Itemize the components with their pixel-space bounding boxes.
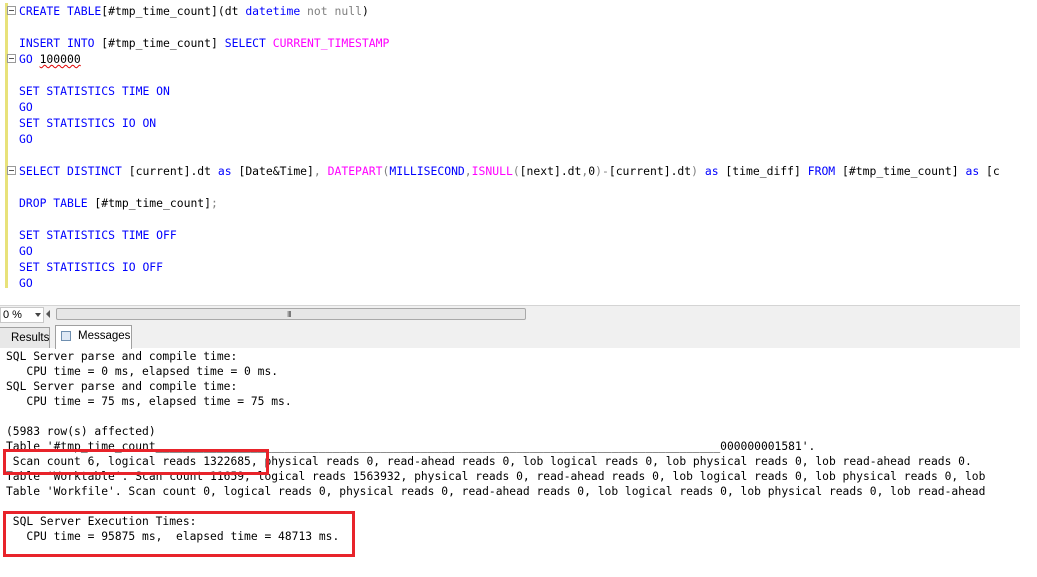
code-token: , <box>313 164 328 178</box>
chevron-down-icon <box>35 313 41 317</box>
tab-messages-label: Messages <box>78 330 131 342</box>
code-token: as <box>217 164 232 178</box>
code-token: ISNULL <box>471 164 513 178</box>
code-line: INSERT INTO [#tmp_time_count] SELECT CUR… <box>19 35 389 51</box>
code-token: [next].dt <box>519 164 582 178</box>
code-token: , <box>464 164 472 178</box>
code-token: [#tmp_time_count] <box>87 196 212 210</box>
message-line: Table 'Workfile'. Scan count 0, logical … <box>6 485 986 498</box>
code-line: SET STATISTICS IO OFF <box>19 259 163 275</box>
tab-results[interactable]: Results <box>0 327 50 348</box>
sql-query-editor[interactable]: CREATE TABLE[#tmp_time_count](dt datetim… <box>0 0 1020 300</box>
code-line: GO <box>19 99 33 115</box>
code-token: CREATE TABLE <box>19 4 102 18</box>
message-line: (5983 row(s) affected) <box>6 425 156 438</box>
scan-count-highlight-box <box>3 449 269 475</box>
code-token: GO <box>19 100 33 114</box>
collapse-region-icon[interactable] <box>7 166 16 175</box>
code-token: [#tmp_time_count] <box>94 36 225 50</box>
code-token: [#tmp_time_count] <box>835 164 966 178</box>
code-token: SET STATISTICS IO OFF <box>19 260 164 274</box>
messages-icon <box>61 331 71 341</box>
code-token: 100000 <box>39 52 81 66</box>
code-line: SELECT DISTINCT [current].dt as [Date&Ti… <box>19 163 1000 179</box>
code-token: GO <box>19 132 33 146</box>
code-line: GO <box>19 275 33 291</box>
code-token: DATEPART <box>327 164 383 178</box>
message-line: SQL Server parse and compile time: <box>6 380 238 393</box>
tab-results-label: Results <box>11 332 50 344</box>
code-token: [Date&Time] <box>231 164 314 178</box>
change-tracking-margin <box>5 3 8 288</box>
code-token: SET STATISTICS TIME OFF <box>19 228 177 242</box>
execution-times-highlight-box <box>3 511 355 557</box>
code-token: SELECT DISTINCT <box>19 164 122 178</box>
code-token: FROM <box>807 164 836 178</box>
message-line: CPU time = 75 ms, elapsed time = 75 ms. <box>6 395 292 408</box>
code-token: datetime <box>245 4 301 18</box>
code-token: not null <box>300 4 362 18</box>
code-line: GO 100000 <box>19 51 81 67</box>
code-token: [time_diff] <box>718 164 808 178</box>
code-token: [current].dt <box>121 164 218 178</box>
code-token: [c <box>979 164 1000 178</box>
code-token: [#tmp_time_count]( <box>101 4 225 18</box>
code-token: INSERT INTO <box>19 36 95 50</box>
grip-icon: III <box>287 310 292 319</box>
code-token: CURRENT_TIMESTAMP <box>272 36 390 50</box>
zoom-value: 0 % <box>3 309 22 321</box>
code-token: ; <box>211 196 218 210</box>
code-line: DROP TABLE [#tmp_time_count]; <box>19 195 218 211</box>
code-token: [current].dt <box>608 164 692 178</box>
message-line: SQL Server parse and compile time: <box>6 350 238 363</box>
tab-messages[interactable]: Messages <box>55 325 132 349</box>
code-token: SELECT <box>224 36 266 50</box>
code-line: GO <box>19 131 33 147</box>
code-token: GO <box>19 52 33 66</box>
code-token: as <box>704 164 719 178</box>
editor-status-bar: 0 % III <box>0 305 1020 323</box>
horizontal-scrollbar-thumb[interactable]: III <box>56 308 526 320</box>
code-token: SET STATISTICS IO ON <box>19 116 157 130</box>
code-token: )- <box>595 164 609 178</box>
code-token: as <box>965 164 980 178</box>
code-line: SET STATISTICS TIME ON <box>19 83 170 99</box>
code-line: SET STATISTICS IO ON <box>19 115 156 131</box>
code-token: dt <box>224 4 246 18</box>
code-line: CREATE TABLE[#tmp_time_count](dt datetim… <box>19 3 369 19</box>
messages-pane[interactable]: SQL Server parse and compile time: CPU t… <box>0 349 1020 577</box>
code-token: MILLISECOND <box>389 164 465 178</box>
collapse-region-icon[interactable] <box>7 54 16 63</box>
code-token: DROP TABLE <box>19 196 88 210</box>
collapse-region-icon[interactable] <box>7 6 16 15</box>
code-token: GO <box>19 244 33 258</box>
scroll-left-arrow-icon[interactable] <box>46 310 50 318</box>
code-token: ) <box>361 4 369 18</box>
code-token: SET STATISTICS TIME ON <box>19 84 170 98</box>
code-token: ( <box>512 164 520 178</box>
code-line: GO <box>19 243 33 259</box>
code-line: SET STATISTICS TIME OFF <box>19 227 177 243</box>
code-token: GO <box>19 276 33 290</box>
zoom-select[interactable]: 0 % <box>0 307 44 323</box>
message-line: CPU time = 0 ms, elapsed time = 0 ms. <box>6 365 279 378</box>
code-token: ) <box>691 164 698 178</box>
results-tab-bar: Results Messages <box>0 323 1020 349</box>
